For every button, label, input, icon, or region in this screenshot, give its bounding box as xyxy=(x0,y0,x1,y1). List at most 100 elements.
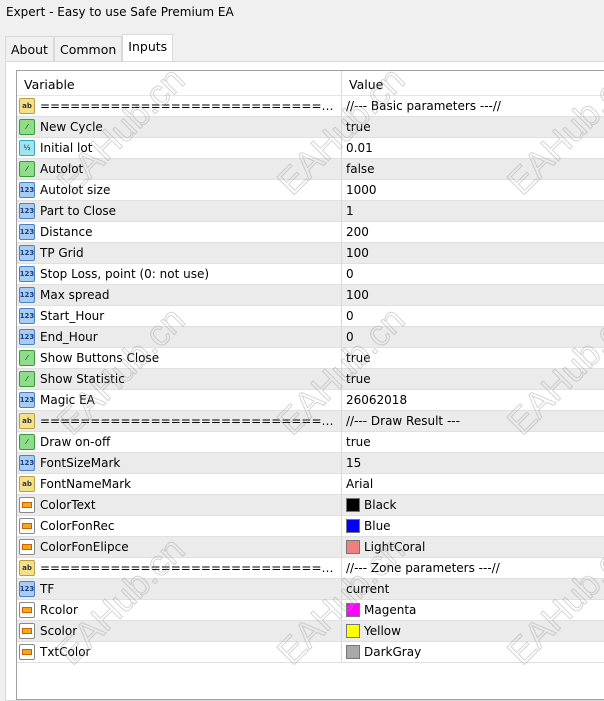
value-text: 0 xyxy=(346,267,354,281)
variable-name: ===================================== xyxy=(40,99,340,113)
value-cell[interactable]: 100 xyxy=(342,288,369,302)
tab-inputs[interactable]: Inputs xyxy=(122,34,174,61)
variable-name: Draw on-off xyxy=(40,435,111,449)
table-header: Variable Value xyxy=(17,71,604,96)
color-type-icon xyxy=(19,518,35,534)
table-row[interactable]: ⁄ New Cycle true xyxy=(17,116,604,138)
column-header-variable[interactable]: Variable xyxy=(17,71,342,95)
value-cell[interactable]: 0 xyxy=(342,309,354,323)
value-cell[interactable]: DarkGray xyxy=(342,645,421,659)
table-row[interactable]: ColorFonRec Blue xyxy=(17,515,604,537)
color-swatch xyxy=(346,603,360,617)
value-cell[interactable]: 0 xyxy=(342,267,354,281)
variable-cell: 123 TF xyxy=(17,578,342,600)
table-row[interactable]: 123 FontSizeMark 15 xyxy=(17,452,604,474)
value-text: true xyxy=(346,435,371,449)
value-text: 1 xyxy=(346,204,354,218)
value-cell[interactable]: Yellow xyxy=(342,624,401,638)
value-cell[interactable]: 0.01 xyxy=(342,141,373,155)
value-cell[interactable]: 100 xyxy=(342,246,369,260)
value-text: Blue xyxy=(364,519,391,533)
table-row[interactable]: ⁄ Show Buttons Close true xyxy=(17,347,604,369)
variable-cell: 123 TP Grid xyxy=(17,242,342,264)
table-row[interactable]: 123 Magic EA 26062018 xyxy=(17,389,604,411)
variable-cell: ab FontNameMark xyxy=(17,473,342,495)
table-row[interactable]: 123 Autolot size 1000 xyxy=(17,179,604,201)
value-cell[interactable]: 200 xyxy=(342,225,369,239)
tab-about[interactable]: About xyxy=(5,36,54,61)
column-header-value[interactable]: Value xyxy=(342,71,383,95)
value-text: //--- Draw Result --- xyxy=(346,414,460,428)
value-cell[interactable]: 0 xyxy=(342,330,354,344)
table-row[interactable]: ⁄ Show Statistic true xyxy=(17,368,604,390)
table-row[interactable]: ab ===================================== /… xyxy=(17,410,604,432)
table-row[interactable]: TxtColor DarkGray xyxy=(17,641,604,663)
tab-common[interactable]: Common xyxy=(53,36,123,61)
value-text: Arial xyxy=(346,477,374,491)
variable-cell: Scolor xyxy=(17,620,342,642)
value-cell[interactable]: true xyxy=(342,120,371,134)
integer-type-icon: 123 xyxy=(19,308,35,324)
variable-name: New Cycle xyxy=(40,120,103,134)
value-cell[interactable]: Magenta xyxy=(342,603,416,617)
value-cell[interactable]: Black xyxy=(342,498,396,512)
integer-type-icon: 123 xyxy=(19,245,35,261)
value-cell[interactable]: Blue xyxy=(342,519,391,533)
value-cell[interactable]: 1 xyxy=(342,204,354,218)
table-row[interactable]: 123 Stop Loss, point (0: not use) 0 xyxy=(17,263,604,285)
value-cell[interactable]: 1000 xyxy=(342,183,377,197)
variable-name: ColorText xyxy=(40,498,96,512)
value-cell[interactable]: 15 xyxy=(342,456,361,470)
value-text: Yellow xyxy=(364,624,401,638)
variable-name: ===================================== xyxy=(40,561,340,575)
value-cell[interactable]: true xyxy=(342,435,371,449)
value-text: 200 xyxy=(346,225,369,239)
value-text: 0.01 xyxy=(346,141,373,155)
bool-type-icon: ⁄ xyxy=(19,371,35,387)
integer-type-icon: 123 xyxy=(19,455,35,471)
value-cell[interactable]: Arial xyxy=(342,477,373,491)
table-row[interactable]: 123 Distance 200 xyxy=(17,221,604,243)
variable-name: Autolot size xyxy=(40,183,111,197)
bool-type-icon: ⁄ xyxy=(19,119,35,135)
table-row[interactable]: 123 End_Hour 0 xyxy=(17,326,604,348)
bool-type-icon: ⁄ xyxy=(19,161,35,177)
value-cell[interactable]: true xyxy=(342,351,371,365)
table-row[interactable]: Scolor Yellow xyxy=(17,620,604,642)
table-row[interactable]: 123 Max spread 100 xyxy=(17,284,604,306)
value-cell[interactable]: false xyxy=(342,162,375,176)
variable-cell: ab ===================================== xyxy=(17,557,342,579)
table-row[interactable]: ab ===================================== /… xyxy=(17,557,604,579)
value-cell[interactable]: //--- Zone parameters ---// xyxy=(342,561,500,575)
value-cell[interactable]: //--- Basic parameters ---// xyxy=(342,99,501,113)
value-cell[interactable]: //--- Draw Result --- xyxy=(342,414,460,428)
variable-cell: ⁄ Draw on-off xyxy=(17,431,342,453)
table-row[interactable]: ColorText Black xyxy=(17,494,604,516)
value-text: true xyxy=(346,351,371,365)
table-row[interactable]: 123 Part to Close 1 xyxy=(17,200,604,222)
variable-name: Initial lot xyxy=(40,141,93,155)
variable-cell: ColorFonElipce xyxy=(17,536,342,558)
table-row[interactable]: Rcolor Magenta xyxy=(17,599,604,621)
variable-name: ===================================== xyxy=(40,414,340,428)
table-row[interactable]: ⁄ Autolot false xyxy=(17,158,604,180)
value-cell[interactable]: LightCoral xyxy=(342,540,425,554)
value-cell[interactable]: 26062018 xyxy=(342,393,407,407)
variable-cell: 123 Distance xyxy=(17,221,342,243)
value-cell[interactable]: true xyxy=(342,372,371,386)
variable-name: Autolot xyxy=(40,162,84,176)
table-row[interactable]: ½ Initial lot 0.01 xyxy=(17,137,604,159)
variable-name: Stop Loss, point (0: not use) xyxy=(40,267,210,281)
value-text: //--- Basic parameters ---// xyxy=(346,99,501,113)
value-cell[interactable]: current xyxy=(342,582,389,596)
table-row[interactable]: ab FontNameMark Arial xyxy=(17,473,604,495)
value-text: 100 xyxy=(346,246,369,260)
table-row[interactable]: 123 Start_Hour 0 xyxy=(17,305,604,327)
table-row[interactable]: ⁄ Draw on-off true xyxy=(17,431,604,453)
color-type-icon xyxy=(19,644,35,660)
table-row[interactable]: ColorFonElipce LightCoral xyxy=(17,536,604,558)
value-text: DarkGray xyxy=(364,645,422,659)
table-row[interactable]: 123 TF current xyxy=(17,578,604,600)
table-row[interactable]: 123 TP Grid 100 xyxy=(17,242,604,264)
table-row[interactable]: ab ===================================== /… xyxy=(17,95,604,117)
